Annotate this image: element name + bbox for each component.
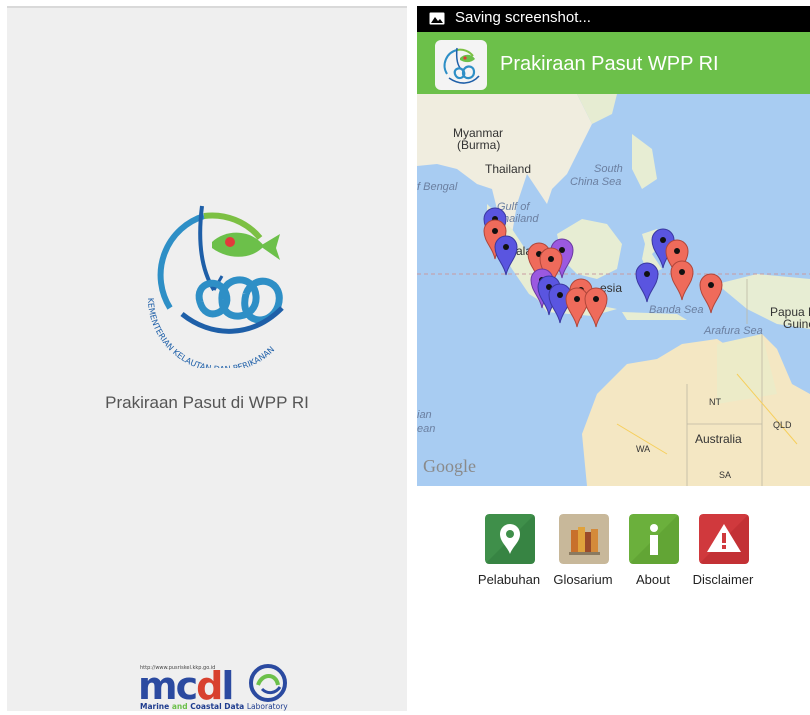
status-text: Saving screenshot... bbox=[455, 9, 591, 26]
splash-screen: KEMENTERIAN KELAUTAN DAN PERIKANAN Praki… bbox=[7, 6, 407, 711]
map-label-south-china-sea-b: China Sea bbox=[570, 176, 622, 188]
mcdl-sub-marine: Marine bbox=[140, 702, 170, 711]
map-label-nt: NT bbox=[709, 397, 721, 407]
mcdl-subtitle: Marine and Coastal Data Laboratory bbox=[140, 702, 288, 711]
menu-label: Disclaimer bbox=[692, 572, 754, 587]
map-label-papua-b: Guine bbox=[783, 317, 810, 331]
mcdl-wordmark: mcdl bbox=[138, 667, 234, 705]
app-title: Prakiraan Pasut WPP RI bbox=[500, 53, 719, 75]
map-marker-pin[interactable] bbox=[584, 286, 608, 328]
books-icon bbox=[559, 514, 609, 564]
app-screen: Saving screenshot... Prakiraan Pasut WPP… bbox=[417, 6, 810, 715]
mcdl-sub-coastal: Coastal bbox=[190, 702, 222, 711]
map-marker-pin[interactable] bbox=[699, 272, 723, 314]
mcdl-sub-laboratory: Laboratory bbox=[246, 702, 288, 711]
map-label-qld: QLD bbox=[773, 420, 792, 430]
screenshot-composite: KEMENTERIAN KELAUTAN DAN PERIKANAN Praki… bbox=[0, 0, 810, 715]
map-label-south-china-sea-a: South bbox=[594, 163, 623, 175]
info-icon bbox=[629, 514, 679, 564]
map-label-banda-sea: Banda Sea bbox=[649, 304, 704, 316]
splash-title: Prakiraan Pasut di WPP RI bbox=[105, 393, 309, 412]
map-marker-pin[interactable] bbox=[635, 261, 659, 303]
map-label-ocean-b: ean bbox=[417, 423, 436, 435]
status-bar: Saving screenshot... bbox=[417, 6, 810, 32]
map-label-wa: WA bbox=[636, 444, 651, 454]
map-label-sa: SA bbox=[719, 470, 732, 480]
app-bar: Prakiraan Pasut WPP RI bbox=[417, 32, 810, 94]
map-label-thailand: Thailand bbox=[485, 162, 532, 176]
mcdl-sub-and: and bbox=[171, 702, 188, 711]
image-icon bbox=[429, 12, 445, 25]
kkp-app-icon bbox=[443, 47, 480, 84]
map-marker-pin[interactable] bbox=[494, 234, 518, 276]
map-label-bengal: f Bengal bbox=[417, 181, 458, 193]
menu-item-disclaimer[interactable]: Disclaimer bbox=[687, 514, 759, 594]
map-marker-pin[interactable] bbox=[670, 259, 694, 301]
mcdl-sub-data: Data bbox=[224, 702, 245, 711]
map-label-arafura-sea: Arafura Sea bbox=[704, 325, 763, 337]
map-pin-icon bbox=[485, 514, 535, 564]
mcdl-logo: http://www.pusriskel.kkp.go.id mcdl Mari… bbox=[134, 661, 294, 715]
warning-icon bbox=[699, 514, 749, 564]
main-menu: Pelabuhan Glosarium About Disclaimer bbox=[417, 496, 810, 596]
map-label-burma: (Burma) bbox=[457, 138, 501, 152]
kkp-logo: KEMENTERIAN KELAUTAN DAN PERIKANAN bbox=[146, 205, 284, 368]
map-view[interactable]: Myanmar (Burma) Thailand South China Sea… bbox=[417, 94, 810, 486]
google-attribution: Google bbox=[423, 456, 476, 476]
menu-item-pelabuhan[interactable]: Pelabuhan bbox=[473, 514, 545, 594]
map-label-ocean-a: ian bbox=[417, 409, 432, 421]
map-label-gulf-b: hailand bbox=[503, 213, 539, 225]
mcdl-swirl-icon bbox=[249, 664, 287, 702]
app-icon[interactable] bbox=[435, 40, 487, 90]
map-label-australia: Australia bbox=[695, 432, 742, 446]
